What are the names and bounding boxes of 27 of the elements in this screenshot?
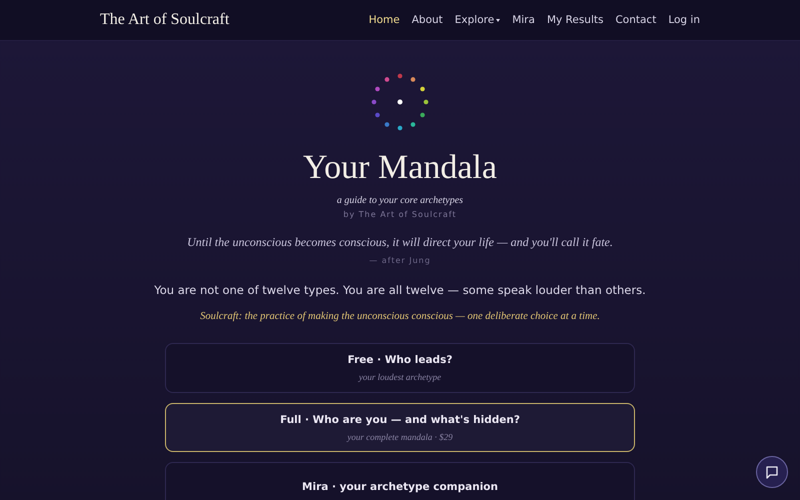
caret-icon [496,18,500,22]
option-card[interactable]: Free · Who leads? your loudest archetype [165,343,635,393]
definition-text: Soulcraft: the practice of making the unconscious conscious — one deliberate choice at a time. [200,311,600,322]
mandala-icon [371,73,429,131]
site-brand[interactable]: The Art of Soulcraft [100,11,230,29]
quote: Until the unconscious becomes conscious, it will direct your life — and you'll call it fate. [187,235,613,250]
nav-link[interactable]: About [412,14,443,26]
subtitle: a guide to your core archetypes [336,195,464,206]
card-title: Free · Who leads? [348,354,452,366]
chat-icon [765,465,779,479]
chat-button[interactable] [756,456,788,488]
nav-link[interactable]: Mira [512,14,535,26]
quote-attribution: — after Jung [369,256,431,265]
lead-text: You are not one of twelve types. You are all twelve — some speak louder than others. [154,283,646,297]
page-title: Your Mandala [303,149,497,187]
nav-link[interactable]: Contact [615,14,656,26]
option-card[interactable]: Mira · your archetype companion [165,462,635,500]
option-card[interactable]: Full · Who are you — and what's hidden? your complete mandala · $29 [165,403,635,452]
nav-link[interactable]: Explore [454,14,500,26]
nav-link[interactable]: My Results [546,14,604,26]
card-subtitle: your loudest archetype [358,372,442,382]
card-title: Mira · your archetype companion [302,481,498,493]
card-subtitle: your complete mandala · $29 [347,432,453,442]
card-title: Full · Who are you — and what's hidden? [280,414,520,426]
nav-link[interactable]: Log in [668,14,700,26]
nav-link[interactable]: Home [368,14,400,26]
byline: by The Art of Soulcraft [343,210,457,219]
